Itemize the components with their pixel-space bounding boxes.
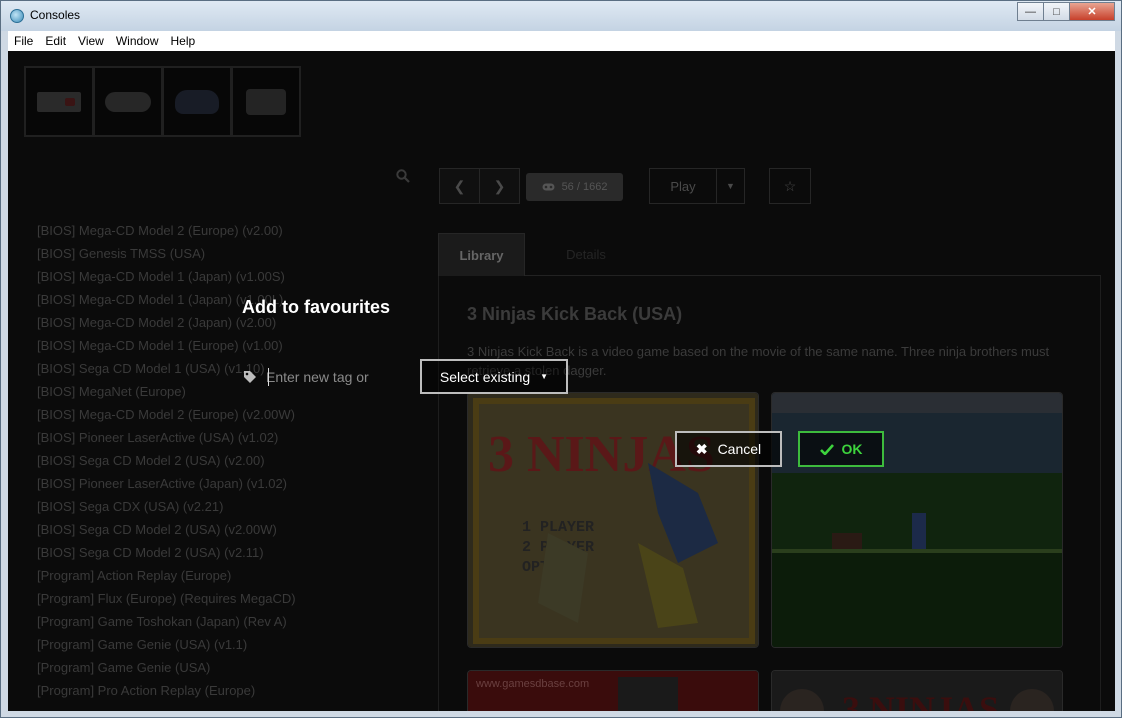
list-item[interactable]: [BIOS] Mega-CD Model 2 (Europe) (v2.00W) [37,407,437,430]
list-item[interactable]: [BIOS] Sega CD Model 2 (USA) (v2.00W) [37,522,437,545]
new-tag-input[interactable] [266,364,414,390]
close-icon: ✕ [1087,6,1097,18]
counter-text: 56 / 1662 [561,181,608,193]
caret-down-icon: ▼ [540,372,549,381]
minimize-button[interactable]: — [1017,2,1044,21]
menu-bar: File Edit View Window Help [8,31,1115,51]
game-list: [BIOS] Mega-CD Model 2 (Europe) (v2.00) … [37,223,437,706]
list-item[interactable]: [BIOS] Genesis TMSS (USA) [37,246,437,269]
chevron-left-icon: ❮ [453,177,466,194]
list-item[interactable]: [BIOS] Sega CD Model 2 (USA) (v2.00) [37,453,437,476]
play-button[interactable]: Play [650,169,717,203]
list-item[interactable]: [BIOS] Pioneer LaserActive (Japan) (v1.0… [37,476,437,499]
gamepad-icon [542,183,555,191]
search-icon[interactable] [396,169,410,183]
play-split-button: Play ▼ [649,168,745,204]
play-dropdown-button[interactable]: ▼ [717,169,744,203]
tab-details[interactable]: Details [546,233,626,276]
list-item[interactable]: [Program] Game Genie (USA) (v1.1) [37,637,437,660]
menu-view[interactable]: View [72,34,110,48]
list-item[interactable]: [BIOS] Pioneer LaserActive (USA) (v1.02) [37,430,437,453]
game-counter-badge: 56 / 1662 [526,173,623,201]
game-title: 3 Ninjas Kick Back (USA) [467,304,683,324]
chevron-right-icon: ❯ [493,177,506,194]
cancel-button[interactable]: ✖ Cancel [675,431,782,467]
window-controls: — □ ✕ [1017,2,1115,21]
list-item[interactable]: [BIOS] Mega-CD Model 2 (Japan) (v2.00) [37,315,437,338]
screenshot-box-art-1[interactable]: www.gamesdbase.com [467,670,759,711]
close-icon: ✖ [695,440,708,457]
maximize-button[interactable]: □ [1043,2,1070,21]
title-bar[interactable]: Consoles — □ ✕ [1,1,1121,31]
modal-title: Add to favourites [242,297,391,317]
select-existing-dropdown[interactable]: Select existing ▼ [420,359,568,394]
menu-file[interactable]: File [8,34,39,48]
check-icon [819,443,834,455]
console-box-icon [246,88,286,115]
list-item[interactable]: [BIOS] Mega-CD Model 1 (Japan) (v1.00S) [37,269,437,292]
screenshot-site-text: www.gamesdbase.com [475,678,589,690]
list-item[interactable]: [BIOS] Sega CD Model 2 (USA) (v2.11) [37,545,437,568]
list-item[interactable]: [Program] Flux (Europe) (Requires MegaCD… [37,591,437,614]
tab-library[interactable]: Library [438,233,525,276]
game-detail-panel: 3 Ninjas Kick Back (USA) 3 Ninjas Kick B… [438,276,1101,711]
star-icon: ☆ [783,177,797,194]
console-selector [24,66,301,137]
list-item[interactable]: [Program] Game Genie (USA) [37,660,437,683]
list-item[interactable]: [Program] Action Replay (Europe) [37,568,437,591]
navigation-buttons: ❮ ❯ [439,168,520,204]
close-button[interactable]: ✕ [1069,2,1115,21]
menu-help[interactable]: Help [165,34,202,48]
screenshot-menu-1: 1 PLAYER [522,519,594,536]
menu-edit[interactable]: Edit [39,34,72,48]
list-item[interactable]: [BIOS] Mega-CD Model 2 (Europe) (v2.00) [37,223,437,246]
next-button[interactable]: ❯ [479,168,520,204]
cancel-label: Cancel [717,441,762,457]
list-item[interactable]: [Program] Pro Action Replay (Europe) [37,683,437,706]
window-title: Consoles [30,8,81,22]
maximize-icon: □ [1053,5,1060,18]
ok-button[interactable]: OK [798,431,884,467]
favourite-button[interactable]: ☆ [769,168,811,204]
minimize-icon: — [1025,5,1036,18]
console-box[interactable] [231,66,301,137]
text-cursor [268,368,269,386]
menu-window[interactable]: Window [110,34,165,48]
list-item[interactable]: [Program] Game Toshokan (Japan) (Rev A) [37,614,437,637]
screenshot-box-art-2[interactable]: 3 NINJAS [771,670,1063,711]
screenshot-logo-2: 3 NINJAS [842,689,999,711]
app-icon [10,9,24,23]
console-nes[interactable] [24,66,94,137]
list-item[interactable]: [BIOS] Mega-CD Model 1 (Europe) (v1.00) [37,338,437,361]
list-item[interactable]: [BIOS] Sega CDX (USA) (v2.21) [37,499,437,522]
genesis-console-icon [175,89,219,114]
console-snes[interactable] [93,66,163,137]
detail-tabs: Library Details [438,233,1101,276]
previous-button[interactable]: ❮ [439,168,480,204]
select-existing-label: Select existing [439,368,531,385]
console-genesis[interactable] [162,66,232,137]
ok-label: OK [841,441,863,457]
tag-icon [244,371,256,383]
caret-down-icon: ▼ [726,181,735,191]
nes-console-icon [37,91,81,112]
snes-console-icon [105,91,151,112]
